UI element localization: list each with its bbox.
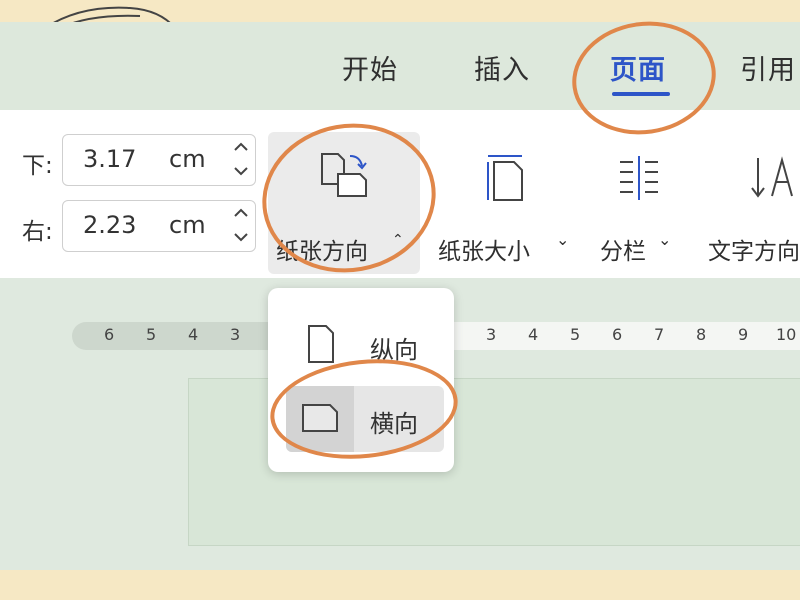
margin-right-unit: cm — [169, 211, 206, 239]
text-direction-icon — [751, 156, 793, 198]
spin-up-icon[interactable] — [229, 203, 253, 225]
page-size-icon — [487, 155, 523, 201]
tab-start[interactable]: 开始 — [342, 48, 398, 87]
tab-insert[interactable]: 插入 — [474, 48, 530, 87]
columns-icon — [620, 156, 658, 200]
tab-references[interactable]: 引用 — [740, 48, 796, 87]
menu-item-landscape-label: 横向 — [370, 410, 418, 438]
ruler-tick: 6 — [104, 325, 115, 344]
margin-right-value: 2.23 — [83, 211, 137, 239]
page-orientation-button[interactable]: 纸张方向 ⌃ — [268, 132, 420, 274]
landscape-icon-wrap — [286, 386, 354, 452]
ruler-tick: 8 — [696, 325, 707, 344]
margin-bottom-label: 下: — [22, 153, 53, 179]
page-size-button[interactable]: 纸张大小 ⌄ — [436, 132, 576, 272]
margin-right-label: 右: — [22, 219, 53, 245]
orientation-dropdown-menu: 纵向 横向 — [268, 288, 454, 472]
landscape-page-icon — [302, 404, 338, 432]
columns-button[interactable]: 分栏 ⌄ — [596, 132, 692, 272]
ruler-tick: 4 — [528, 325, 539, 344]
tab-page[interactable]: 页面 — [610, 48, 666, 87]
margin-bottom-unit: cm — [169, 145, 206, 173]
active-tab-indicator — [612, 92, 670, 96]
spin-down-icon[interactable] — [229, 161, 253, 183]
ribbon-tab-bar: 开始 插入 页面 引用 — [0, 22, 800, 110]
ruler-tick: 5 — [146, 325, 157, 344]
menu-item-landscape[interactable]: 横向 — [286, 386, 444, 452]
ruler-tick: 3 — [230, 325, 241, 344]
portrait-page-icon — [308, 325, 334, 363]
page-orientation-label: 纸张方向 — [276, 239, 368, 265]
text-direction-label: 文字方向 — [708, 239, 800, 265]
spin-down-icon[interactable] — [229, 227, 253, 249]
ruler-tick: 5 — [570, 325, 581, 344]
page-size-label: 纸张大小 — [438, 239, 530, 265]
ruler-tick: 3 — [486, 325, 497, 344]
chevron-down-icon: ⌄ — [658, 230, 672, 249]
ruler-tick: 6 — [612, 325, 623, 344]
text-direction-button[interactable]: 文字方向 — [706, 132, 800, 272]
app-window: 开始 插入 页面 引用 下: 3.17 cm 右: 2.23 cm 纸张方向 ⌃… — [0, 22, 800, 570]
ruler-tick: 10 — [776, 325, 797, 344]
ruler-tick: 4 — [188, 325, 199, 344]
margin-right-input[interactable]: 2.23 cm — [62, 200, 256, 252]
page-orientation-icon — [321, 153, 367, 197]
margin-bottom-input[interactable]: 3.17 cm — [62, 134, 256, 186]
menu-item-portrait-label: 纵向 — [370, 336, 418, 364]
menu-item-portrait[interactable]: 纵向 — [286, 312, 444, 378]
ruler-tick: 7 — [654, 325, 665, 344]
chevron-up-icon: ⌃ — [392, 232, 404, 248]
spin-up-icon[interactable] — [229, 137, 253, 159]
ruler-tick: 9 — [738, 325, 749, 344]
columns-label: 分栏 — [600, 239, 646, 265]
chevron-down-icon: ⌄ — [556, 230, 570, 249]
portrait-icon-wrap — [286, 312, 354, 378]
margin-bottom-value: 3.17 — [83, 145, 137, 173]
